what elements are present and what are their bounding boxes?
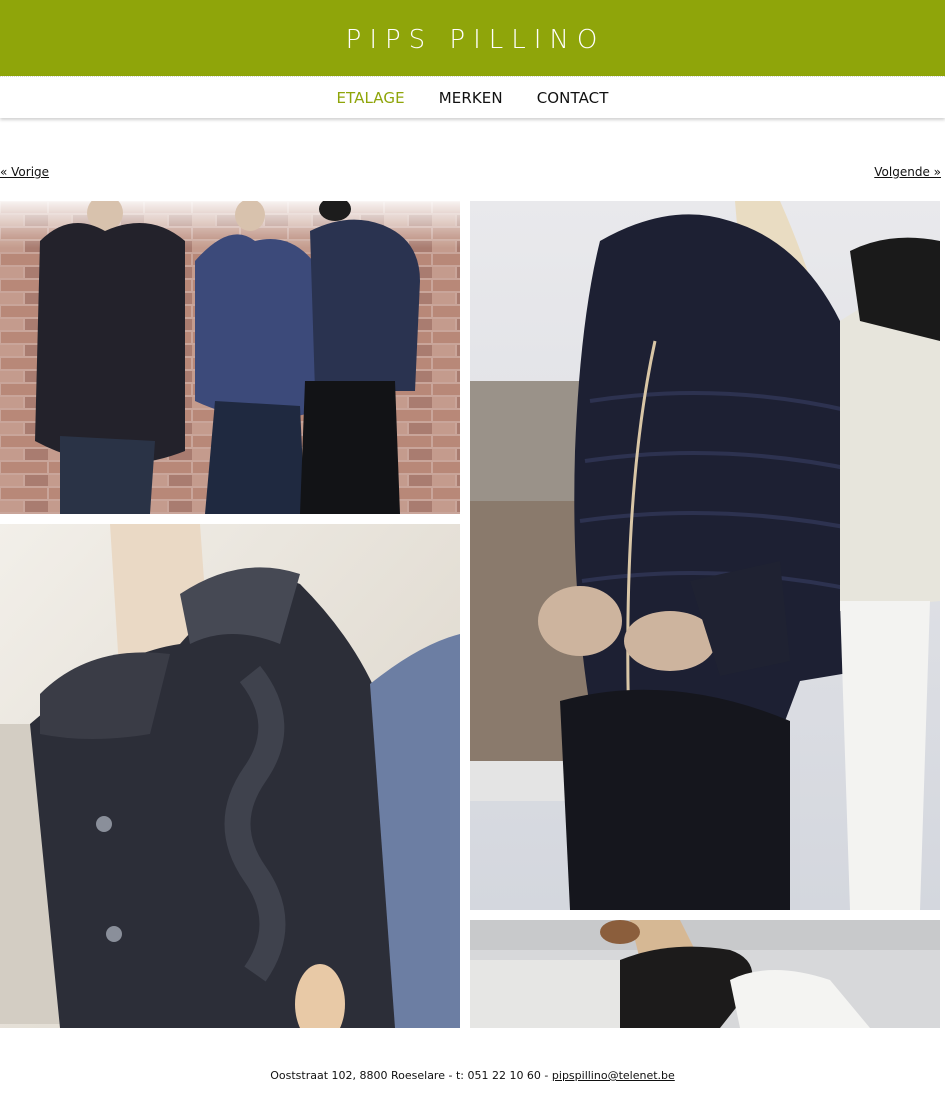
previous-link[interactable]: « Vorige (0, 164, 49, 180)
site-logo[interactable]: PIPS PILLINO (0, 24, 945, 56)
footer-address: Ooststraat 102, 8800 Roeselare - t: 051 … (270, 1069, 552, 1082)
nav-item-merken[interactable]: MERKEN (439, 77, 503, 119)
gallery-photo-puffer-jacket[interactable] (470, 201, 940, 910)
site-footer: Ooststraat 102, 8800 Roeselare - t: 051 … (0, 1068, 945, 1084)
nav-item-etalage[interactable]: ETALAGE (336, 77, 404, 119)
site-header: PIPS PILLINO (0, 0, 945, 76)
next-link[interactable]: Volgende » (874, 164, 941, 180)
nav-item-contact[interactable]: CONTACT (537, 77, 609, 119)
gallery-photo-scarf[interactable] (470, 920, 940, 1028)
footer-email-link[interactable]: pipspillino@telenet.be (552, 1069, 675, 1082)
main-nav: ETALAGE MERKEN CONTACT (0, 76, 945, 118)
gallery-photo-mannequins[interactable] (0, 201, 460, 514)
gallery-photo-cardigan[interactable] (0, 524, 460, 1028)
